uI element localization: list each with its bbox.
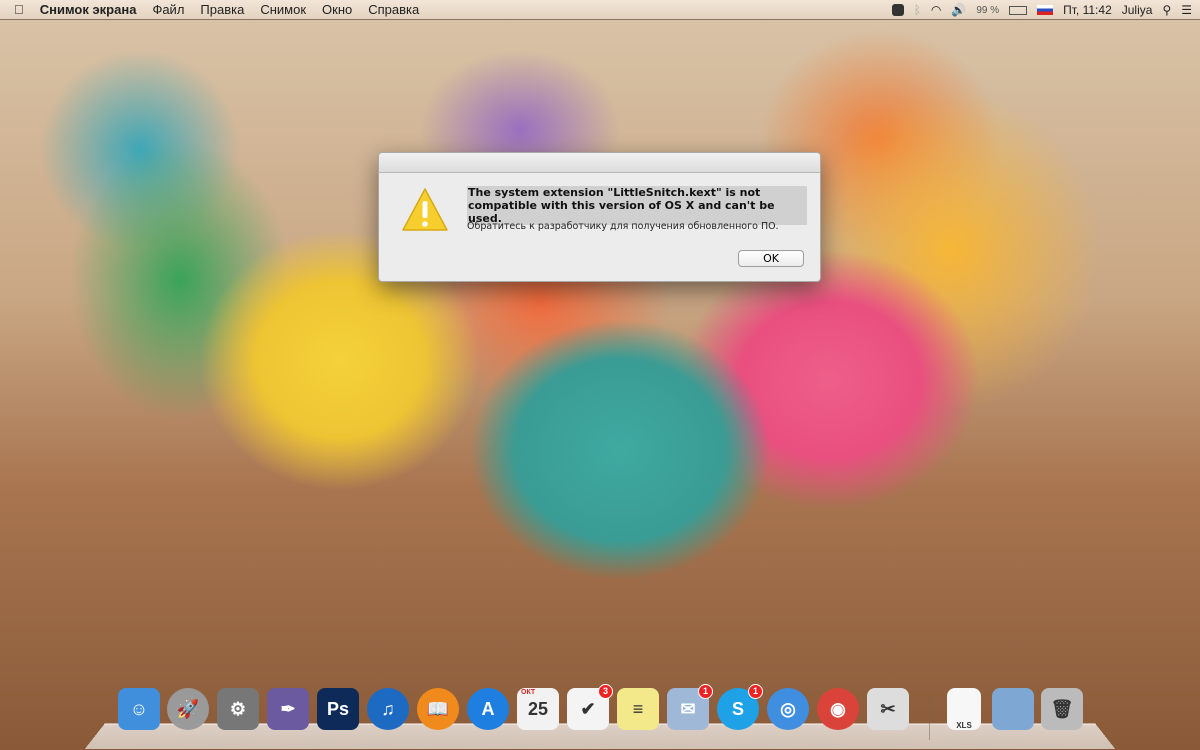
dock-downloads-folder[interactable] <box>992 688 1034 730</box>
photoshop-icon: Ps <box>326 698 350 719</box>
apple-menu-icon[interactable]:  <box>0 2 32 17</box>
clock[interactable]: Пт, 11:42 <box>1063 3 1112 17</box>
dock-system-preferences[interactable]: ⚙ <box>217 688 259 730</box>
alert-informative-text: Обратитесь к разработчику для получения … <box>467 221 779 232</box>
menu-app-name[interactable]: Снимок экрана <box>32 2 145 17</box>
input-source-flag-icon[interactable] <box>1037 5 1054 15</box>
launchpad-icon: 🚀 <box>176 698 200 719</box>
dock-xls-file[interactable]: XLS <box>947 688 981 730</box>
grab-icon: ✂ <box>880 698 896 719</box>
ok-button[interactable]: OK <box>738 250 804 267</box>
dock-ibooks[interactable]: 📖 <box>417 688 459 730</box>
battery-icon[interactable] <box>1009 5 1028 15</box>
menu-capture[interactable]: Снимок <box>252 2 314 17</box>
dock-chrome[interactable]: ◉ <box>817 688 859 730</box>
dock-itunes[interactable]: ♫ <box>367 688 409 730</box>
spotlight-icon[interactable]: ⚲ <box>1162 3 1171 17</box>
bluetooth-icon[interactable]: ᛒ <box>914 3 921 17</box>
dock-trash[interactable]: 🗑 <box>1041 688 1083 730</box>
dock-mail[interactable]: ✉ 1 <box>667 684 713 730</box>
dock-safari[interactable]: ◎ <box>767 688 809 730</box>
reminders-icon: ✔ <box>580 698 596 719</box>
battery-percent[interactable]: 99 % <box>976 5 999 16</box>
safari-icon: ◎ <box>780 698 796 719</box>
dock-skype[interactable]: S1 <box>717 684 763 730</box>
volume-icon[interactable]: 🔊 <box>951 3 966 17</box>
alert-dialog: The system extension "LittleSnitch.kext"… <box>378 152 821 282</box>
system-preferences-icon: ⚙ <box>229 698 247 719</box>
dialog-titlebar <box>379 153 820 173</box>
calendar-icon: 25 <box>527 698 549 719</box>
dock-app-store[interactable]: A <box>467 688 509 730</box>
menu-help[interactable]: Справка <box>360 2 427 17</box>
dock-launchpad[interactable]: 🚀 <box>167 688 209 730</box>
wifi-icon[interactable]: ◠ <box>931 3 941 17</box>
dock-script-editor[interactable]: ✒ <box>267 688 309 730</box>
menu-window[interactable]: Окно <box>314 2 360 17</box>
dock-calendar[interactable]: ОКТ 25 <box>517 688 559 730</box>
chrome-icon: ◉ <box>830 698 846 719</box>
dock-finder[interactable]: ☺ <box>118 688 160 730</box>
notification-center-icon[interactable]: ☰ <box>1181 3 1192 17</box>
dock-stickies[interactable]: ≡ <box>617 688 659 730</box>
finder-icon: ☺ <box>129 698 149 719</box>
script-editor-icon: ✒ <box>280 698 296 719</box>
calendar-month: ОКТ <box>521 689 536 696</box>
warning-icon <box>402 188 448 231</box>
app-store-icon: A <box>481 698 495 719</box>
dock-grab[interactable]: ✂ <box>867 688 909 730</box>
notification-badge: 1 <box>698 684 713 699</box>
notification-badge: 1 <box>748 684 763 699</box>
itunes-icon: ♫ <box>381 698 395 719</box>
mail-icon: ✉ <box>680 698 696 719</box>
user-menu[interactable]: Juliya <box>1122 3 1153 17</box>
menu-bar:  Снимок экрана Файл Правка Снимок Окно … <box>0 0 1200 20</box>
trash-icon: 🗑 <box>1050 698 1074 719</box>
dock-reminders[interactable]: ✔ 3 <box>567 684 613 730</box>
dock-photoshop[interactable]: Ps <box>317 688 359 730</box>
stickies-icon: ≡ <box>632 698 644 719</box>
ibooks-icon: 📖 <box>426 698 450 719</box>
menu-file[interactable]: Файл <box>144 2 192 17</box>
dock: ☺ 🚀 ⚙ ✒ Ps ♫ 📖 A ОКТ 25 ✔ 3 ≡ ✉ 1 S 1 ◎ ◉ ✂ XLS 🗑 <box>0 684 1200 738</box>
xls-file-icon: XLS <box>956 721 972 730</box>
alert-message: The system extension "LittleSnitch.kext"… <box>467 186 807 225</box>
menu-edit[interactable]: Правка <box>192 2 252 17</box>
notification-badge: 3 <box>598 684 613 699</box>
little-snitch-icon[interactable] <box>891 4 904 16</box>
skype-icon: S <box>731 698 744 719</box>
